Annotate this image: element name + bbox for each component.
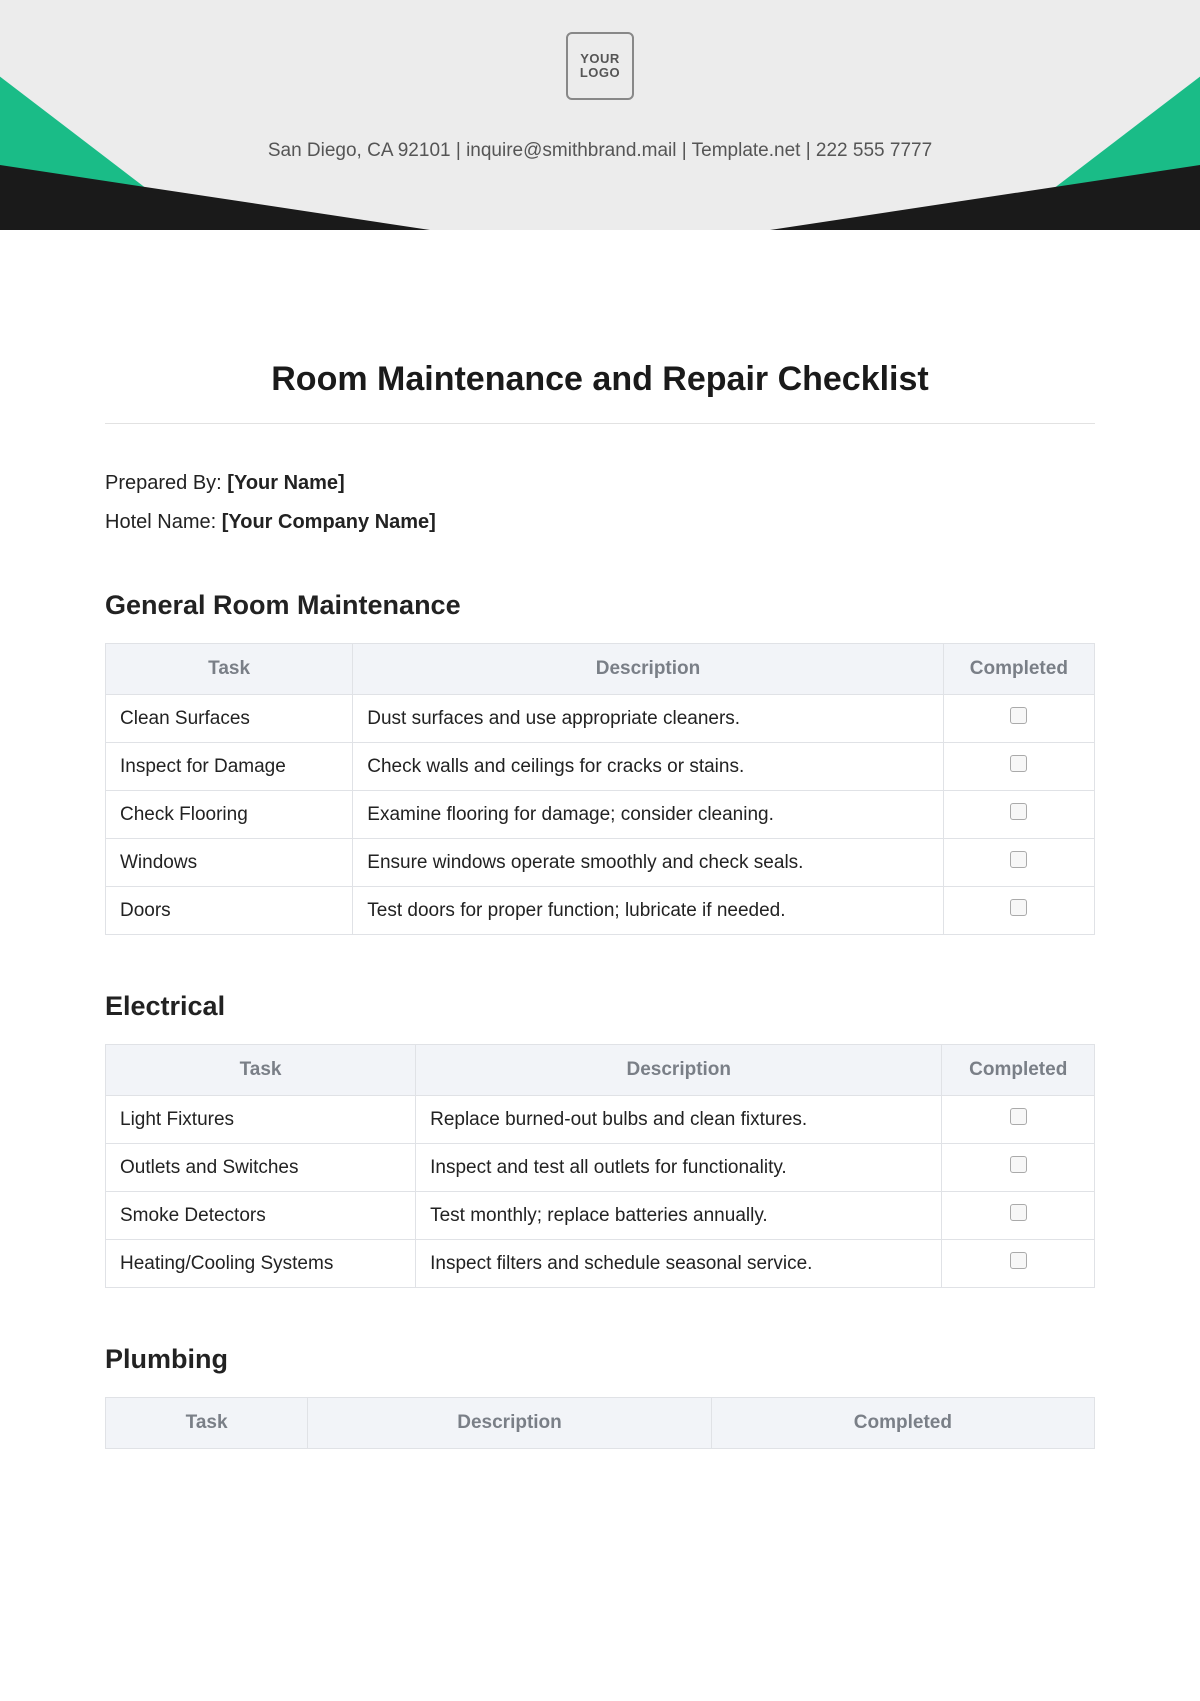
task-cell: Check Flooring — [106, 791, 353, 839]
section-title: Electrical — [105, 991, 1095, 1022]
table-row: Outlets and SwitchesInspect and test all… — [106, 1144, 1095, 1192]
task-cell: Windows — [106, 839, 353, 887]
completed-cell — [942, 1096, 1095, 1144]
description-cell: Ensure windows operate smoothly and chec… — [353, 839, 943, 887]
description-cell: Test monthly; replace batteries annually… — [416, 1192, 942, 1240]
checklist-table: TaskDescriptionCompletedClean SurfacesDu… — [105, 643, 1095, 935]
description-cell: Examine flooring for damage; consider cl… — [353, 791, 943, 839]
hotel-name-line: Hotel Name: [Your Company Name] — [105, 511, 1095, 534]
completed-cell — [943, 791, 1094, 839]
task-cell: Outlets and Switches — [106, 1144, 416, 1192]
completed-cell — [943, 887, 1094, 935]
column-header-description: Description — [416, 1045, 942, 1096]
column-header-description: Description — [353, 644, 943, 695]
hotel-name-placeholder: [Your Company Name] — [222, 511, 436, 533]
prepared-by-label: Prepared By: — [105, 472, 227, 494]
checkbox[interactable] — [1010, 1108, 1027, 1125]
page-title: Room Maintenance and Repair Checklist — [105, 360, 1095, 399]
document-banner: YOUR LOGO San Diego, CA 92101 | inquire@… — [0, 0, 1200, 230]
decoration-right-black — [770, 165, 1200, 230]
table-row: DoorsTest doors for proper function; lub… — [106, 887, 1095, 935]
column-header-task: Task — [106, 1398, 308, 1449]
checkbox[interactable] — [1010, 1204, 1027, 1221]
checkbox[interactable] — [1010, 851, 1027, 868]
decoration-left-black — [0, 165, 430, 230]
table-row: Check FlooringExamine flooring for damag… — [106, 791, 1095, 839]
table-row: Clean SurfacesDust surfaces and use appr… — [106, 695, 1095, 743]
logo-placeholder: YOUR LOGO — [566, 32, 634, 100]
task-cell: Clean Surfaces — [106, 695, 353, 743]
column-header-task: Task — [106, 644, 353, 695]
checkbox[interactable] — [1010, 755, 1027, 772]
checkbox[interactable] — [1010, 803, 1027, 820]
section-title: Plumbing — [105, 1344, 1095, 1375]
table-row: Light FixturesReplace burned-out bulbs a… — [106, 1096, 1095, 1144]
description-cell: Check walls and ceilings for cracks or s… — [353, 743, 943, 791]
completed-cell — [942, 1192, 1095, 1240]
table-row: Inspect for DamageCheck walls and ceilin… — [106, 743, 1095, 791]
section-title: General Room Maintenance — [105, 590, 1095, 621]
checklist-table: TaskDescriptionCompleted — [105, 1397, 1095, 1449]
task-cell: Inspect for Damage — [106, 743, 353, 791]
column-header-description: Description — [308, 1398, 712, 1449]
description-cell: Inspect and test all outlets for functio… — [416, 1144, 942, 1192]
prepared-by-placeholder: [Your Name] — [227, 472, 344, 494]
column-header-task: Task — [106, 1045, 416, 1096]
page-body: Room Maintenance and Repair Checklist Pr… — [0, 230, 1200, 1449]
column-header-completed: Completed — [943, 644, 1094, 695]
completed-cell — [942, 1240, 1095, 1288]
description-cell: Dust surfaces and use appropriate cleane… — [353, 695, 943, 743]
checkbox[interactable] — [1010, 1156, 1027, 1173]
description-cell: Inspect filters and schedule seasonal se… — [416, 1240, 942, 1288]
checkbox[interactable] — [1010, 1252, 1027, 1269]
description-cell: Test doors for proper function; lubricat… — [353, 887, 943, 935]
column-header-completed: Completed — [942, 1045, 1095, 1096]
contact-line: San Diego, CA 92101 | inquire@smithbrand… — [0, 140, 1200, 162]
hotel-name-label: Hotel Name: — [105, 511, 222, 533]
title-divider — [105, 423, 1095, 424]
task-cell: Light Fixtures — [106, 1096, 416, 1144]
prepared-by-line: Prepared By: [Your Name] — [105, 472, 1095, 495]
checklist-table: TaskDescriptionCompletedLight FixturesRe… — [105, 1044, 1095, 1288]
checkbox[interactable] — [1010, 707, 1027, 724]
task-cell: Heating/Cooling Systems — [106, 1240, 416, 1288]
task-cell: Smoke Detectors — [106, 1192, 416, 1240]
completed-cell — [943, 839, 1094, 887]
completed-cell — [943, 695, 1094, 743]
task-cell: Doors — [106, 887, 353, 935]
table-row: WindowsEnsure windows operate smoothly a… — [106, 839, 1095, 887]
table-row: Heating/Cooling SystemsInspect filters a… — [106, 1240, 1095, 1288]
checkbox[interactable] — [1010, 899, 1027, 916]
description-cell: Replace burned-out bulbs and clean fixtu… — [416, 1096, 942, 1144]
completed-cell — [942, 1144, 1095, 1192]
table-row: Smoke DetectorsTest monthly; replace bat… — [106, 1192, 1095, 1240]
column-header-completed: Completed — [711, 1398, 1094, 1449]
completed-cell — [943, 743, 1094, 791]
